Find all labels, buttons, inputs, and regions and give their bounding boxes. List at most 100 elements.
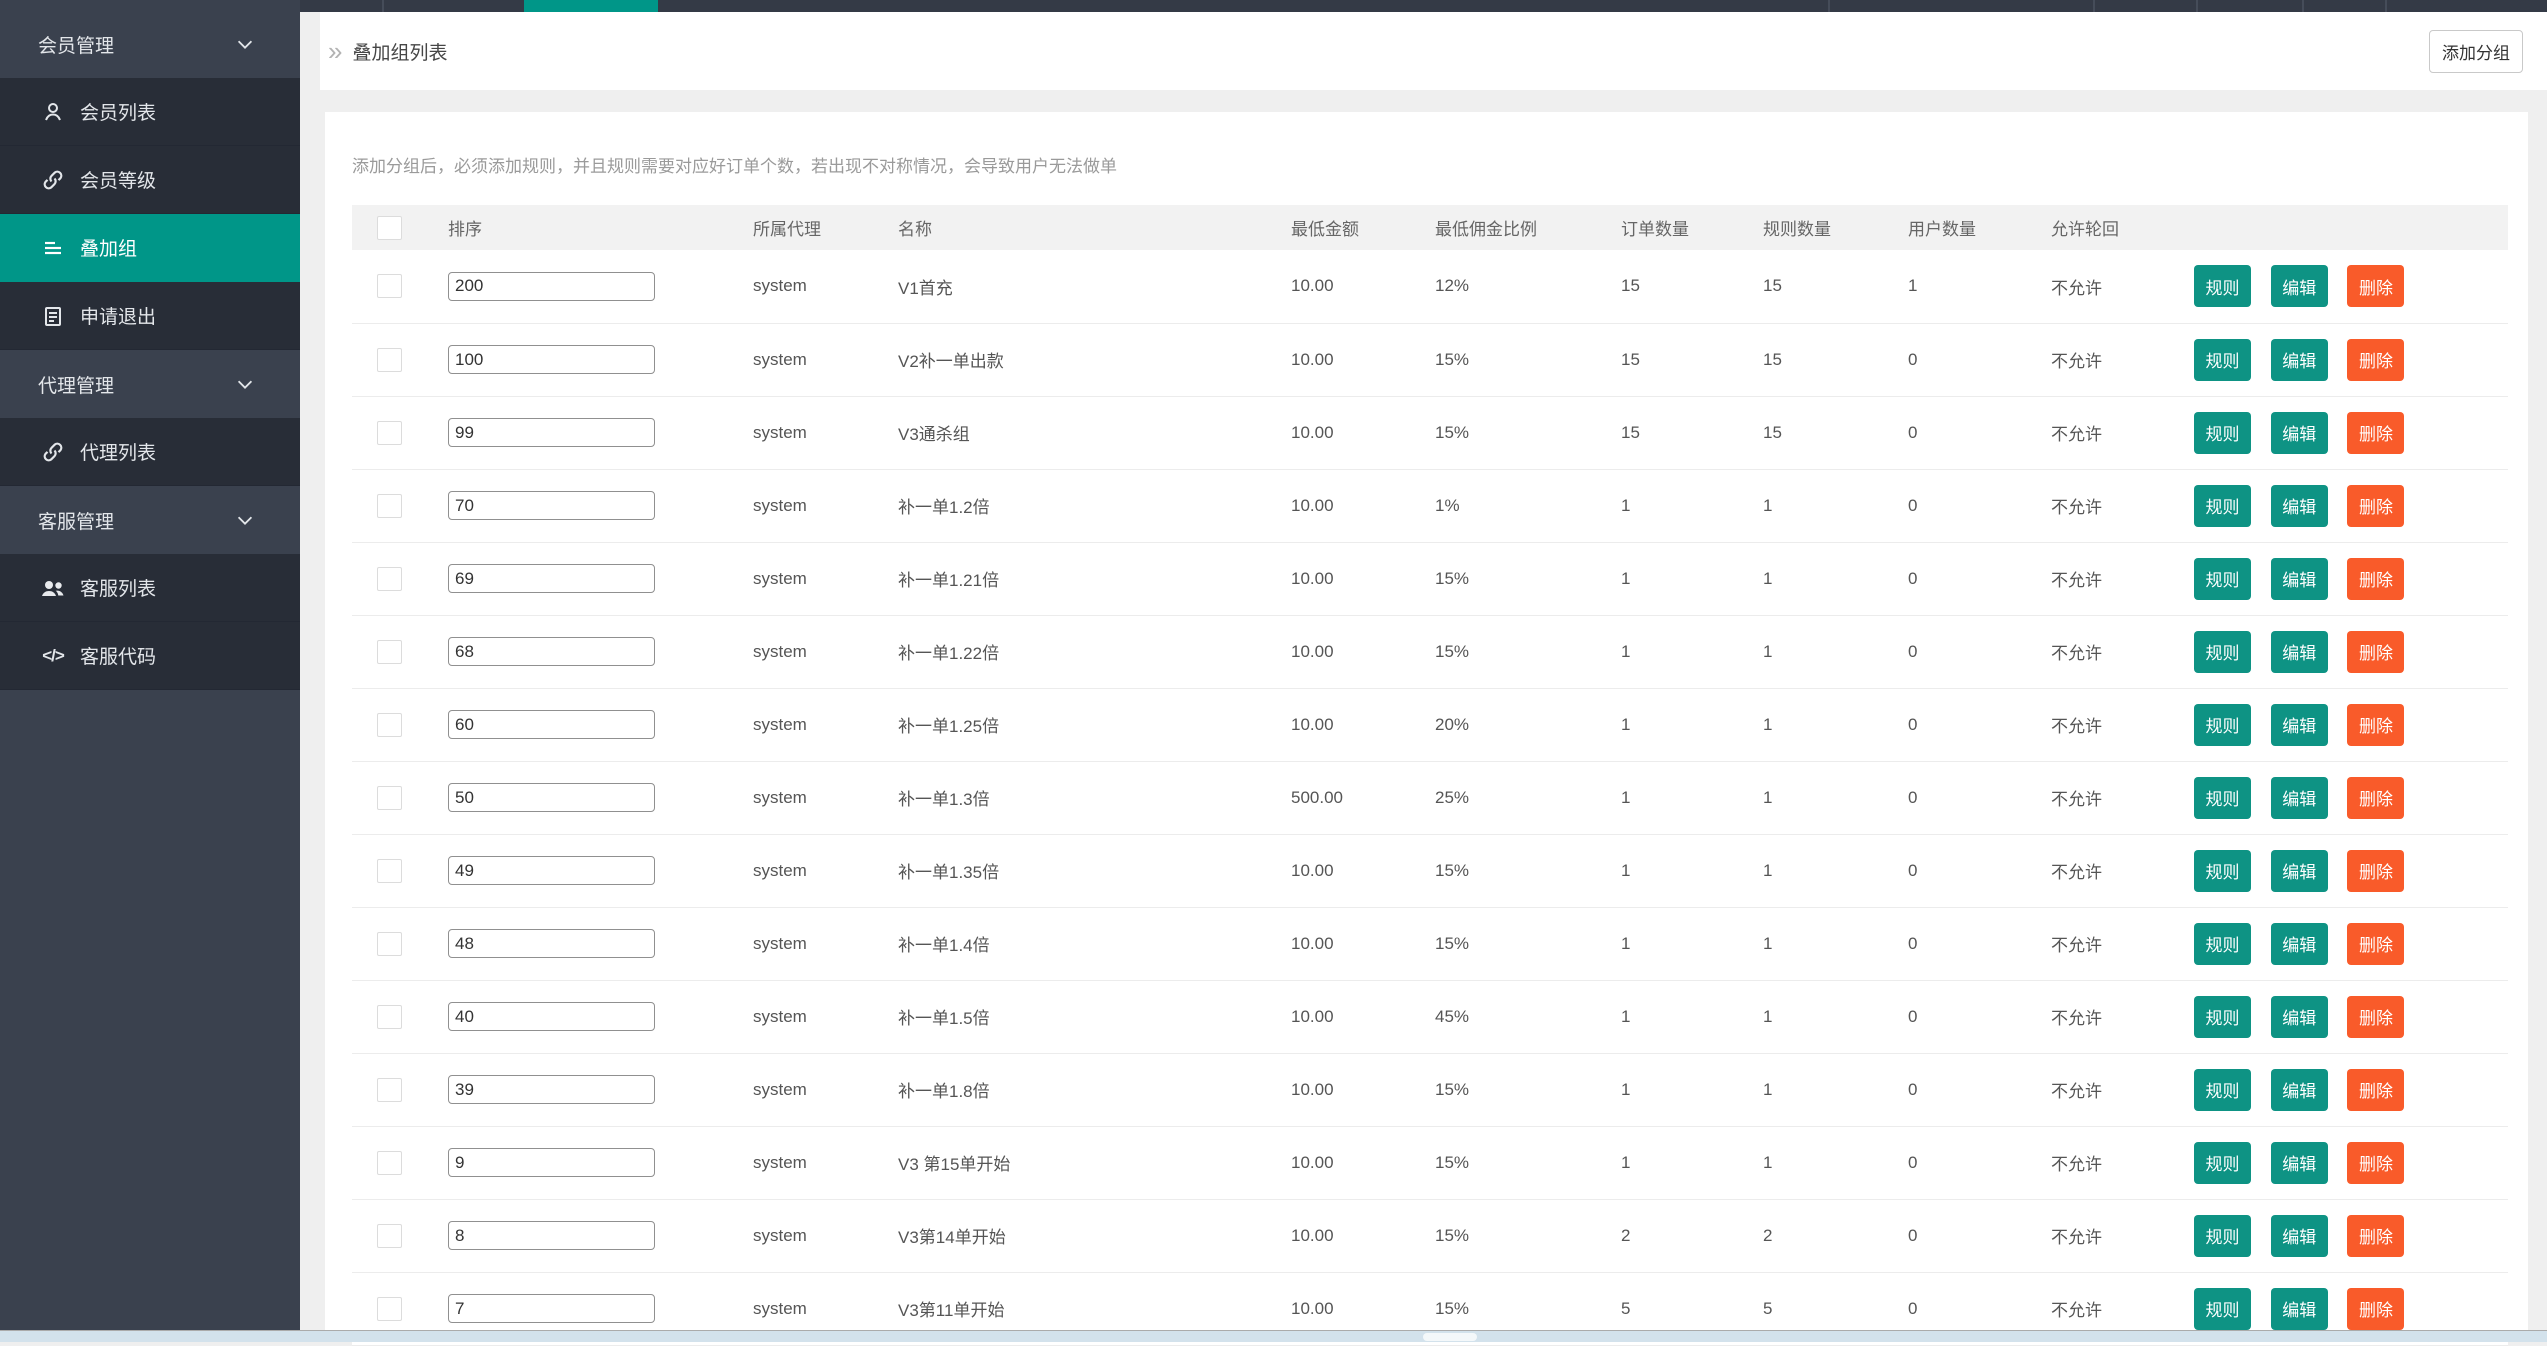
rule-button[interactable]: 规则 [2194,849,2251,892]
sidebar-group-service-management[interactable]: 客服管理 [0,486,300,554]
delete-button[interactable]: 删除 [2347,557,2405,600]
rule-button[interactable]: 规则 [2194,995,2251,1038]
sidebar-item-member-level[interactable]: 会员等级 [0,146,300,214]
delete-button[interactable]: 删除 [2347,630,2405,673]
sort-input[interactable] [448,564,655,593]
rule-button[interactable]: 规则 [2194,1068,2251,1111]
sort-input[interactable] [448,856,655,885]
row-checkbox[interactable] [377,1004,402,1029]
delete-button[interactable]: 删除 [2347,265,2405,308]
row-checkbox[interactable] [377,639,402,664]
sidebar-group-agent-management[interactable]: 代理管理 [0,350,300,418]
sort-input[interactable] [448,1148,655,1177]
sort-input[interactable] [448,1002,655,1031]
row-checkbox[interactable] [377,858,402,883]
add-group-button[interactable]: 添加分组 [2429,30,2523,73]
sidebar-item-member-list[interactable]: 会员列表 [0,78,300,146]
col-min-amount: 最低金额 [1291,220,1359,239]
rule-button[interactable]: 规则 [2194,703,2251,746]
sidebar-item-overlay-group[interactable]: 叠加组 [0,214,300,282]
edit-button[interactable]: 编辑 [2270,995,2328,1038]
row-checkbox[interactable] [377,420,402,445]
edit-button[interactable]: 编辑 [2270,1068,2328,1111]
edit-button[interactable]: 编辑 [2270,1287,2328,1330]
delete-button[interactable]: 删除 [2347,922,2405,965]
delete-button[interactable]: 删除 [2347,995,2405,1038]
row-checkbox[interactable] [377,493,402,518]
sidebar-item-service-code[interactable]: </> 客服代码 [0,622,300,690]
edit-button[interactable]: 编辑 [2270,265,2328,308]
delete-button[interactable]: 删除 [2347,776,2405,819]
sidebar-item-apply-exit[interactable]: 申请退出 [0,282,300,350]
rule-button[interactable]: 规则 [2194,1287,2251,1330]
edit-button[interactable]: 编辑 [2270,557,2328,600]
rule-button[interactable]: 规则 [2194,557,2251,600]
row-checkbox[interactable] [377,566,402,591]
row-checkbox[interactable] [377,1223,402,1248]
row-checkbox[interactable] [377,1150,402,1175]
active-page-tab[interactable] [524,0,658,12]
row-checkbox[interactable] [377,785,402,810]
edit-button[interactable]: 编辑 [2270,1141,2328,1184]
edit-button[interactable]: 编辑 [2270,1214,2328,1257]
row-checkbox[interactable] [377,931,402,956]
row-rules: 1 [1763,860,1773,880]
sort-input[interactable] [448,783,655,812]
row-checkbox[interactable] [377,1296,402,1321]
edit-button[interactable]: 编辑 [2270,484,2328,527]
rule-button[interactable]: 规则 [2194,776,2251,819]
edit-button[interactable]: 编辑 [2270,849,2328,892]
sidebar-item-agent-list[interactable]: 代理列表 [0,418,300,486]
row-commission: 1% [1435,495,1460,515]
select-all-checkbox[interactable] [377,215,402,240]
rule-button[interactable]: 规则 [2194,411,2251,454]
row-checkbox[interactable] [377,712,402,737]
horizontal-scrollbar[interactable] [0,1330,2547,1342]
row-rules: 1 [1763,1152,1773,1172]
delete-button[interactable]: 删除 [2347,1068,2405,1111]
table-row: system V2补一单出款 10.00 15% 15 15 0 不允许 规则 … [352,323,2508,396]
rule-button[interactable]: 规则 [2194,1141,2251,1184]
sort-input[interactable] [448,1294,655,1323]
delete-button[interactable]: 删除 [2347,1287,2405,1330]
edit-button[interactable]: 编辑 [2270,411,2328,454]
rule-button[interactable]: 规则 [2194,922,2251,965]
sort-input[interactable] [448,1075,655,1104]
row-checkbox[interactable] [377,274,402,299]
sort-input[interactable] [448,491,655,520]
chevron-down-icon [232,31,258,57]
row-checkbox[interactable] [377,1077,402,1102]
sort-input[interactable] [448,1221,655,1250]
rule-button[interactable]: 规则 [2194,484,2251,527]
delete-button[interactable]: 删除 [2347,1141,2405,1184]
rule-button[interactable]: 规则 [2194,630,2251,673]
rule-button[interactable]: 规则 [2194,1214,2251,1257]
row-checkbox[interactable] [377,347,402,372]
rule-button[interactable]: 规则 [2194,265,2251,308]
edit-button[interactable]: 编辑 [2270,703,2328,746]
table-row: system 补一单1.4倍 10.00 15% 1 1 0 不允许 规则 编辑… [352,907,2508,980]
horizontal-scrollbar-thumb[interactable] [1423,1333,1477,1341]
edit-button[interactable]: 编辑 [2270,630,2328,673]
edit-button[interactable]: 编辑 [2270,338,2328,381]
sort-input[interactable] [448,418,655,447]
sidebar-item-service-list[interactable]: 客服列表 [0,554,300,622]
delete-button[interactable]: 删除 [2347,484,2405,527]
content-card: 添加分组后，必须添加规则，并且规则需要对应好订单个数，若出现不对称情况，会导致用… [325,112,2528,1345]
edit-button[interactable]: 编辑 [2270,922,2328,965]
notice-text: 添加分组后，必须添加规则，并且规则需要对应好订单个数，若出现不对称情况，会导致用… [352,157,1117,176]
delete-button[interactable]: 删除 [2347,411,2405,454]
sort-input[interactable] [448,929,655,958]
sort-input[interactable] [448,710,655,739]
delete-button[interactable]: 删除 [2347,1214,2405,1257]
sidebar-group-member-management[interactable]: 会员管理 [0,10,300,78]
sidebar-group-label: 客服管理 [38,511,115,533]
delete-button[interactable]: 删除 [2347,338,2405,381]
edit-button[interactable]: 编辑 [2270,776,2328,819]
delete-button[interactable]: 删除 [2347,849,2405,892]
sort-input[interactable] [448,637,655,666]
rule-button[interactable]: 规则 [2194,338,2251,381]
sort-input[interactable] [448,345,655,374]
delete-button[interactable]: 删除 [2347,703,2405,746]
sort-input[interactable] [448,271,655,301]
